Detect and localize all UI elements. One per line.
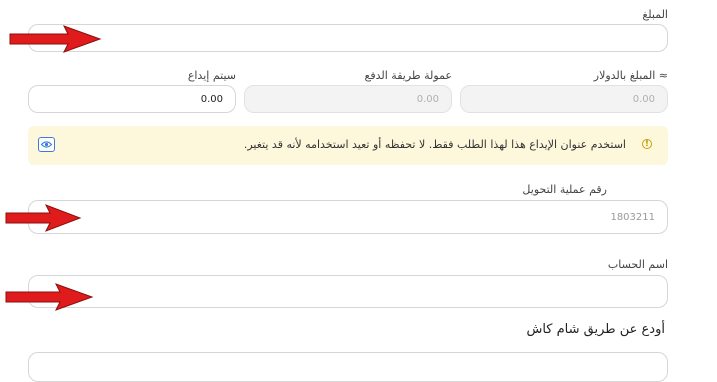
- account-name-label: اسم الحساب: [607, 258, 668, 271]
- notice-text: استخدم عنوان الإيداع هذا لهذا الطلب فقط.…: [243, 138, 626, 151]
- eye-icon[interactable]: [38, 137, 55, 152]
- deposit-address-notice: استخدم عنوان الإيداع هذا لهذا الطلب فقط.…: [28, 126, 668, 165]
- warning-circle-icon: !: [642, 139, 652, 149]
- deposit-total-label: سيتم إيداع: [187, 69, 236, 82]
- amount-input[interactable]: [28, 24, 668, 52]
- section-title: أودع عن طريق شام كاش: [526, 322, 665, 337]
- red-arrow-icon: [5, 283, 94, 311]
- payment-fee-field: [244, 85, 452, 113]
- usd-amount-label: المبلغ بالدولار ≈: [593, 69, 668, 82]
- usd-amount-field: [460, 85, 668, 113]
- next-field[interactable]: [28, 352, 668, 382]
- amount-label: المبلغ: [642, 8, 668, 21]
- transfer-number-label: رقم عملية التحويل: [522, 183, 607, 196]
- account-name-input[interactable]: [28, 275, 668, 308]
- red-arrow-icon: [9, 25, 102, 53]
- red-arrow-icon: [5, 204, 82, 232]
- deposit-total-field: [28, 85, 236, 113]
- transfer-number-input[interactable]: [28, 200, 668, 234]
- payment-fee-label: عمولة طريقة الدفع: [364, 69, 453, 82]
